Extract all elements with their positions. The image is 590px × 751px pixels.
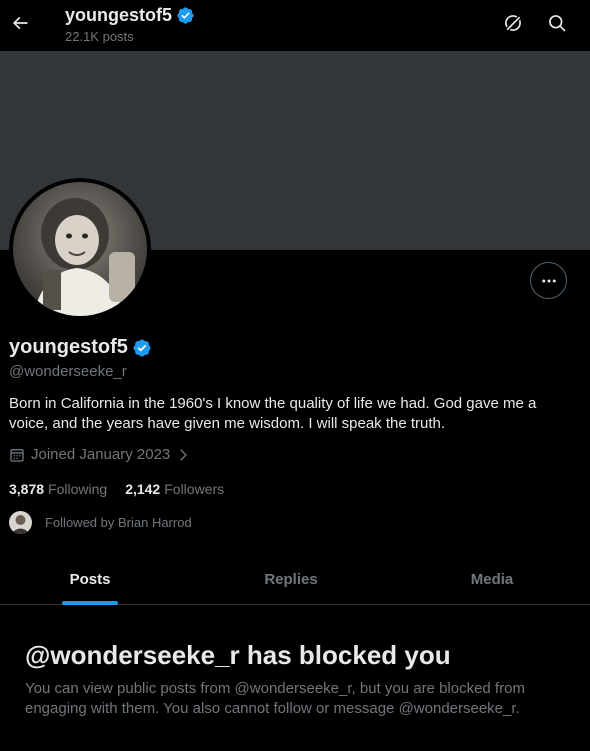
- search-icon: [549, 15, 566, 32]
- profile-avatar[interactable]: [9, 178, 151, 320]
- tab-media[interactable]: Media: [402, 553, 582, 605]
- profile-name-row: youngestof5: [9, 336, 152, 359]
- tab-posts[interactable]: Posts: [0, 553, 180, 605]
- calendar-icon: [10, 448, 24, 462]
- top-bar: youngestof5 22.1K posts: [0, 0, 590, 51]
- profile-bio: Born in California in the 1960's I know …: [9, 395, 537, 432]
- more-options-button[interactable]: [530, 262, 567, 299]
- verified-badge-icon[interactable]: [132, 338, 152, 358]
- followers-count: 2,142: [125, 481, 161, 497]
- blocked-message: You can view public posts from @wonderse…: [25, 680, 525, 717]
- posts-count: 22.1K posts: [65, 29, 134, 44]
- profile-handle: @wonderseeke_r: [9, 363, 127, 380]
- followers-label: Followers: [164, 481, 225, 497]
- tab-replies[interactable]: Replies: [180, 553, 402, 605]
- followers-link[interactable]: 2,142 Followers: [125, 481, 224, 497]
- grok-icon: [504, 14, 522, 32]
- profile-tabs: Posts Replies Media: [0, 553, 590, 605]
- followed-by-text: Followed by Brian Harrod: [45, 515, 192, 530]
- back-button[interactable]: [6, 9, 34, 37]
- active-tab-indicator: [62, 601, 118, 605]
- following-count: 3,878: [9, 481, 45, 497]
- search-button[interactable]: [545, 11, 569, 35]
- joined-text: Joined January 2023: [31, 446, 171, 463]
- following-link[interactable]: 3,878 Following: [9, 481, 107, 497]
- arrow-left-icon: [12, 16, 28, 30]
- tab-posts-label: Posts: [69, 570, 111, 588]
- more-dots-icon: [541, 279, 556, 282]
- tab-media-label: Media: [470, 570, 514, 588]
- joined-date[interactable]: Joined January 2023: [9, 446, 190, 463]
- chevron-right-icon: [180, 448, 188, 461]
- verified-badge-icon: [177, 6, 194, 24]
- header-name: youngestof5: [65, 4, 173, 25]
- follow-stats: 3,878 Following 2,142 Followers: [9, 481, 224, 497]
- tab-replies-label: Replies: [264, 570, 318, 588]
- grok-button[interactable]: [501, 11, 525, 35]
- header-titles: youngestof5 22.1K posts: [65, 4, 195, 44]
- avatar-photo-icon: [13, 182, 147, 316]
- display-name: youngestof5: [9, 336, 128, 358]
- blocked-title: @wonderseeke_r has blocked you: [25, 640, 451, 670]
- following-label: Following: [48, 481, 108, 497]
- follower-avatar: [9, 511, 32, 534]
- followed-by[interactable]: Followed by Brian Harrod: [9, 511, 192, 534]
